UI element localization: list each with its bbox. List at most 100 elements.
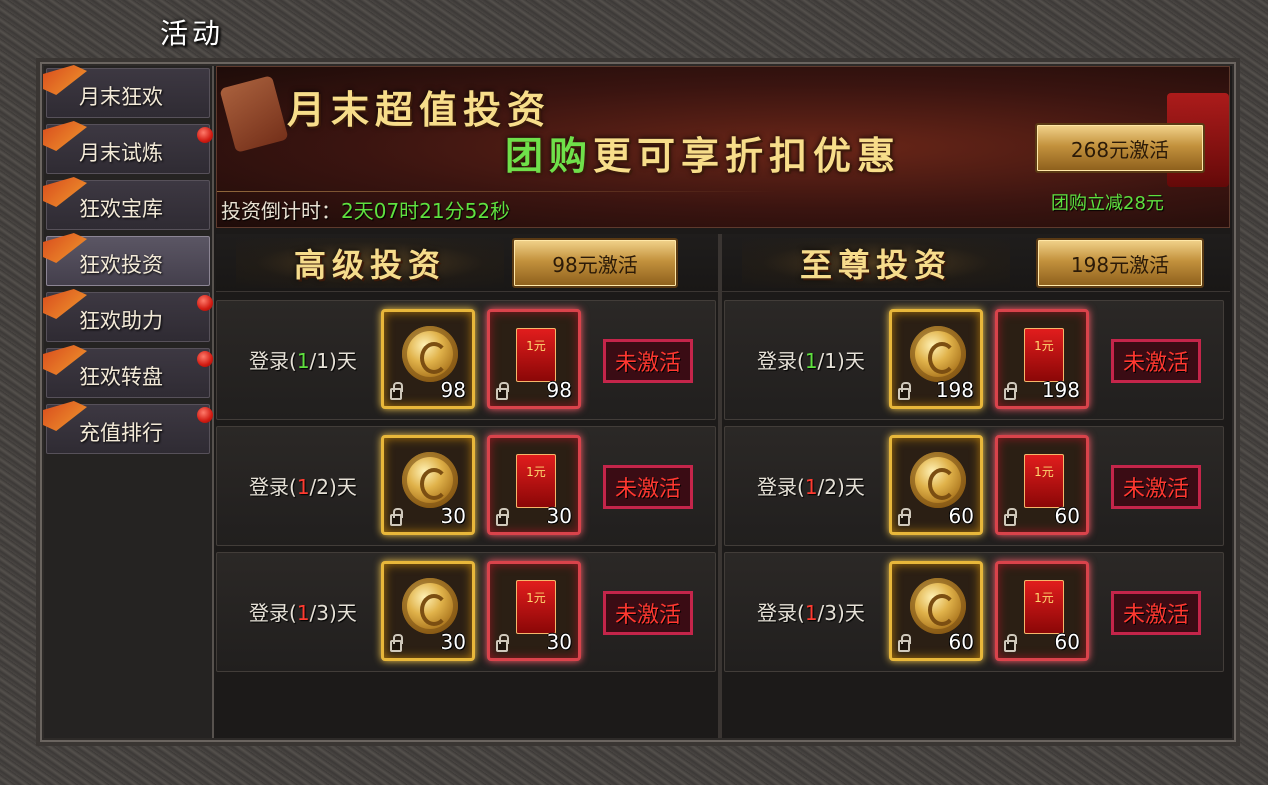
envelope-label: 1元 xyxy=(1034,465,1054,479)
reward-row: 登录(1/2)天 60 1元 60 未激活 xyxy=(724,426,1224,546)
red-dot-badge xyxy=(197,127,213,143)
lock-icon xyxy=(898,508,911,526)
activate-268-button[interactable]: 268元激活 xyxy=(1035,123,1205,173)
sidebar-item-5[interactable]: 狂欢转盘 xyxy=(43,345,213,398)
login-prefix: 登录( xyxy=(757,349,805,373)
login-progress: 登录(1/3)天 xyxy=(249,597,357,626)
sidebar-item-3[interactable]: 狂欢投资 xyxy=(43,233,210,286)
coin-reward-slot[interactable]: 98 xyxy=(381,309,475,409)
item-quantity: 30 xyxy=(440,504,466,528)
item-quantity: 30 xyxy=(440,630,466,654)
sidebar-item-2[interactable]: 狂欢宝库 xyxy=(43,177,210,230)
red-envelope-icon: 1元 xyxy=(1024,328,1064,382)
item-quantity: 98 xyxy=(440,378,466,402)
login-current: 1 xyxy=(804,475,818,499)
reward-row: 登录(1/3)天 60 1元 60 未激活 xyxy=(724,552,1224,672)
login-prefix: 登录( xyxy=(249,475,297,499)
gold-coin-icon xyxy=(402,326,458,382)
scroll-icon xyxy=(219,75,289,153)
column-divider xyxy=(718,234,722,738)
sidebar-item-1[interactable]: 月末试炼 xyxy=(43,121,213,174)
status-inactive-button[interactable]: 未激活 xyxy=(603,465,693,509)
login-suffix: /2)天 xyxy=(817,475,865,499)
red-envelope-icon: 1元 xyxy=(516,454,556,508)
lock-icon xyxy=(496,382,509,400)
envelope-reward-slot[interactable]: 1元 60 xyxy=(995,561,1089,661)
login-progress: 登录(1/3)天 xyxy=(757,597,865,626)
sidebar-item-label: 狂欢宝库 xyxy=(79,197,163,221)
lock-icon xyxy=(1004,508,1017,526)
status-inactive-button[interactable]: 未激活 xyxy=(603,591,693,635)
envelope-label: 1元 xyxy=(526,591,546,605)
lock-icon xyxy=(496,508,509,526)
sidebar-item-0[interactable]: 月末狂欢 xyxy=(43,65,210,118)
lock-icon xyxy=(1004,634,1017,652)
lock-icon xyxy=(390,382,403,400)
envelope-label: 1元 xyxy=(526,339,546,353)
item-quantity: 60 xyxy=(948,630,974,654)
envelope-reward-slot[interactable]: 1元 60 xyxy=(995,435,1089,535)
envelope-reward-slot[interactable]: 1元 30 xyxy=(487,435,581,535)
promo-banner: 月末超值投资 团购更可享折扣优惠 投资倒计时：2天07时21分52秒 268元激… xyxy=(216,66,1230,228)
login-current: 1 xyxy=(296,349,310,373)
item-quantity: 30 xyxy=(546,504,572,528)
login-progress: 登录(1/2)天 xyxy=(249,471,357,500)
reward-row: 登录(1/1)天 98 1元 98 未激活 xyxy=(216,300,716,420)
coin-reward-slot[interactable]: 60 xyxy=(889,561,983,661)
item-quantity: 60 xyxy=(1054,504,1080,528)
status-inactive-button[interactable]: 未激活 xyxy=(1111,465,1201,509)
red-dot-badge xyxy=(197,295,213,311)
gold-coin-icon xyxy=(910,578,966,634)
login-progress: 登录(1/1)天 xyxy=(249,345,357,374)
group-discount-text: 团购立减28元 xyxy=(1051,193,1164,214)
envelope-reward-slot[interactable]: 1元 30 xyxy=(487,561,581,661)
activate-198-button[interactable]: 198元激活 xyxy=(1036,238,1204,288)
countdown-value: 2天07时21分52秒 xyxy=(341,199,511,223)
sidebar-item-label: 狂欢助力 xyxy=(79,309,163,333)
login-current: 1 xyxy=(804,601,818,625)
reward-row: 登录(1/3)天 30 1元 30 未激活 xyxy=(216,552,716,672)
sidebar-item-label: 狂欢投资 xyxy=(79,253,163,277)
lock-icon xyxy=(390,508,403,526)
status-inactive-button[interactable]: 未激活 xyxy=(603,339,693,383)
red-envelope-icon: 1元 xyxy=(516,580,556,634)
login-prefix: 登录( xyxy=(249,349,297,373)
section-header-premium: 高级投资 98元激活 xyxy=(216,234,718,292)
item-quantity: 60 xyxy=(1054,630,1080,654)
login-prefix: 登录( xyxy=(757,601,805,625)
reward-row: 登录(1/1)天 198 1元 198 未激活 xyxy=(724,300,1224,420)
item-quantity: 98 xyxy=(546,378,572,402)
item-quantity: 198 xyxy=(935,378,974,402)
status-inactive-button[interactable]: 未激活 xyxy=(1111,591,1201,635)
countdown: 投资倒计时：2天07时21分52秒 xyxy=(221,195,510,224)
gold-coin-icon xyxy=(910,452,966,508)
lock-icon xyxy=(898,382,911,400)
item-quantity: 30 xyxy=(546,630,572,654)
envelope-reward-slot[interactable]: 1元 98 xyxy=(487,309,581,409)
sidebar-item-label: 月末狂欢 xyxy=(79,85,163,109)
section-title-supreme: 至尊投资 xyxy=(742,238,1010,288)
sidebar-item-label: 月末试炼 xyxy=(79,141,163,165)
envelope-reward-slot[interactable]: 1元 198 xyxy=(995,309,1089,409)
coin-reward-slot[interactable]: 60 xyxy=(889,435,983,535)
sidebar-item-4[interactable]: 狂欢助力 xyxy=(43,289,213,342)
login-suffix: /1)天 xyxy=(817,349,865,373)
window-title: 活动 xyxy=(160,17,225,50)
sidebar-item-6[interactable]: 充值排行 xyxy=(43,401,213,454)
envelope-label: 1元 xyxy=(1034,339,1054,353)
red-dot-badge xyxy=(197,351,213,367)
login-progress: 登录(1/2)天 xyxy=(757,471,865,500)
sidebar: 月末狂欢 月末试炼 狂欢宝库 狂欢投资 狂欢助力 狂欢转盘 充值排行 xyxy=(43,65,214,738)
envelope-label: 1元 xyxy=(526,465,546,479)
status-inactive-button[interactable]: 未激活 xyxy=(1111,339,1201,383)
coin-reward-slot[interactable]: 198 xyxy=(889,309,983,409)
red-dot-badge xyxy=(197,407,213,423)
lock-icon xyxy=(496,634,509,652)
red-envelope-icon: 1元 xyxy=(1024,454,1064,508)
sidebar-item-label: 狂欢转盘 xyxy=(79,365,163,389)
gold-coin-icon xyxy=(910,326,966,382)
activate-98-button[interactable]: 98元激活 xyxy=(512,238,678,288)
coin-reward-slot[interactable]: 30 xyxy=(381,561,475,661)
coin-reward-slot[interactable]: 30 xyxy=(381,435,475,535)
item-quantity: 60 xyxy=(948,504,974,528)
